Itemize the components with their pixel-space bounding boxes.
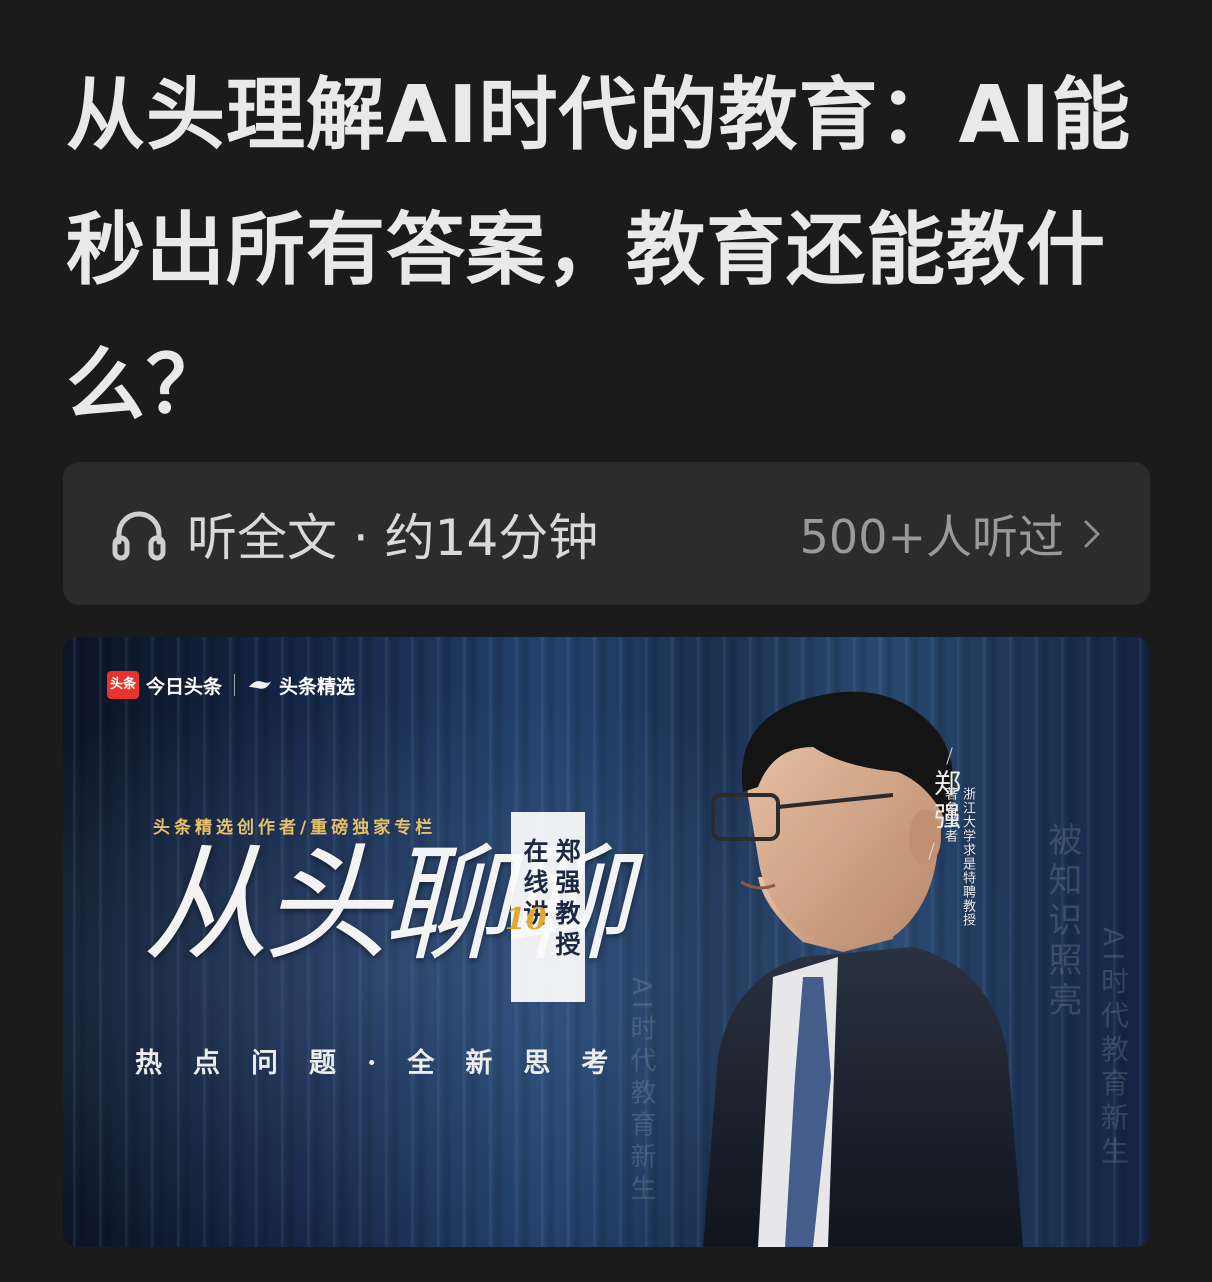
speaker-title-1: 浙江大学求是特聘教授 (960, 787, 975, 927)
chevron-right-icon (1084, 520, 1100, 547)
lecture-info-box: 郑强教授 在线讲 10 (505, 812, 585, 1002)
faint-text-3: AI时代教育新生 (626, 977, 656, 1207)
faint-text-1: 被知识照亮 (1042, 822, 1082, 1022)
listener-count: 500+人听过 (799, 509, 1064, 564)
listener-count-link[interactable]: 500+人听过 (800, 501, 1104, 567)
brand-logos: 头条 今日头条 头条精选 (107, 671, 355, 699)
listen-left-group: 听全文 · 约14分钟 (109, 498, 598, 570)
cover-banner-image[interactable]: 被知识照亮 AI时代教育新生 AI时代教育新生 头条 今日头条 头条精选 头条精… (63, 637, 1150, 1247)
lecture-count: 10 (505, 902, 547, 937)
banner-subtitle: 热点问题·全新思考 (135, 1048, 640, 1079)
faint-text-2: AI时代教育新生 (1097, 927, 1130, 1171)
jingxuan-logo-icon (249, 681, 272, 689)
headphones-icon (112, 511, 166, 560)
jingxuan-brand-name: 头条精选 (279, 675, 356, 698)
article-title: 从头理解AI时代的教育：AI能秒出所有答案，教育还能教什么？ (66, 69, 1132, 431)
speaker-title-2: 著名学者 (942, 787, 957, 843)
speaker-portrait (703, 691, 1023, 1247)
lecture-info-col1: 郑强教授 (552, 838, 581, 962)
listen-label: 听全文 · 约14分钟 (187, 508, 599, 567)
listen-full-text-bar[interactable]: 听全文 · 约14分钟 500+人听过 (63, 462, 1150, 605)
logo-divider (234, 674, 236, 696)
toutiao-brand-name: 今日头条 (146, 675, 223, 698)
toutiao-logo-icon: 头条 (107, 671, 139, 699)
